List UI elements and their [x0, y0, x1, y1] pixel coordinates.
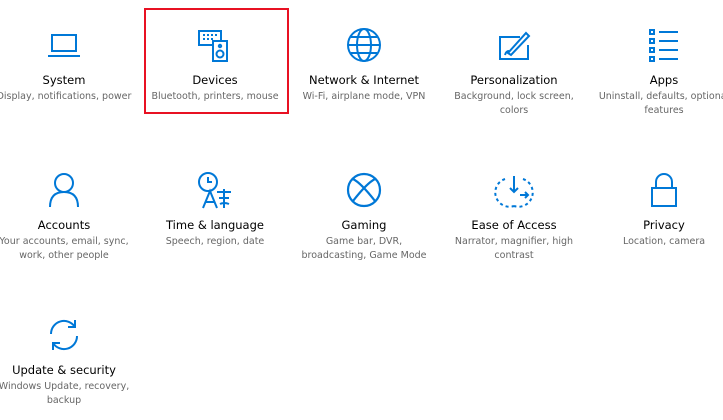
tile-title: Network & Internet [309, 73, 419, 87]
settings-tile-update-security[interactable]: Update & security Windows Update, recove… [0, 290, 136, 420]
tile-title: Devices [192, 73, 238, 87]
tile-title: Ease of Access [471, 218, 557, 232]
apps-list-icon [644, 25, 684, 65]
tile-description: Location, camera [622, 236, 706, 247]
settings-tile-time-language[interactable]: Time & language Speech, region, date [143, 145, 287, 275]
tile-title: System [42, 73, 86, 87]
tile-title: Time & language [166, 218, 264, 232]
keyboard-speaker-icon [195, 25, 235, 65]
settings-tile-privacy[interactable]: Privacy Location, camera [592, 145, 723, 275]
tile-title: Gaming [341, 218, 387, 232]
lock-icon [644, 170, 684, 210]
tile-description: Display, notifications, power [0, 91, 132, 102]
settings-tile-gaming[interactable]: Gaming Game bar, DVR, broadcasting, Game… [292, 145, 436, 275]
tile-title: Accounts [37, 218, 91, 232]
tile-description: Narrator, magnifier, high contrast [454, 236, 574, 261]
settings-tile-ease-of-access[interactable]: Ease of Access Narrator, magnifier, high… [442, 145, 586, 275]
tile-description: Bluetooth, printers, mouse [151, 91, 279, 102]
paintbrush-icon [494, 25, 534, 65]
tile-description: Wi-Fi, airplane mode, VPN [302, 91, 426, 102]
tile-description: Background, lock screen, colors [454, 91, 574, 116]
tile-title: Personalization [470, 73, 558, 87]
tile-title: Apps [649, 73, 679, 87]
laptop-icon [44, 25, 84, 65]
tile-title: Update & security [12, 363, 116, 377]
xbox-icon [344, 170, 384, 210]
tile-title: Privacy [643, 218, 685, 232]
settings-tile-devices[interactable]: Devices Bluetooth, printers, mouse [143, 0, 289, 130]
sync-arrows-icon [44, 315, 84, 355]
tile-description: Your accounts, email, sync, work, other … [0, 236, 129, 261]
tile-description: Uninstall, defaults, optional features [598, 91, 723, 116]
tile-description: Speech, region, date [165, 236, 265, 247]
settings-tile-network[interactable]: Network & Internet Wi-Fi, airplane mode,… [292, 0, 436, 130]
time-language-icon [195, 170, 235, 210]
tile-description: Windows Update, recovery, backup [0, 381, 130, 406]
globe-icon [344, 25, 384, 65]
settings-tile-apps[interactable]: Apps Uninstall, defaults, optional featu… [592, 0, 723, 130]
settings-tile-accounts[interactable]: Accounts Your accounts, email, sync, wor… [0, 145, 136, 275]
ease-of-access-icon [494, 170, 534, 210]
tile-description: Game bar, DVR, broadcasting, Game Mode [301, 236, 427, 261]
person-icon [44, 170, 84, 210]
settings-tile-personalization[interactable]: Personalization Background, lock screen,… [442, 0, 586, 130]
settings-tile-system[interactable]: System Display, notifications, power [0, 0, 136, 130]
